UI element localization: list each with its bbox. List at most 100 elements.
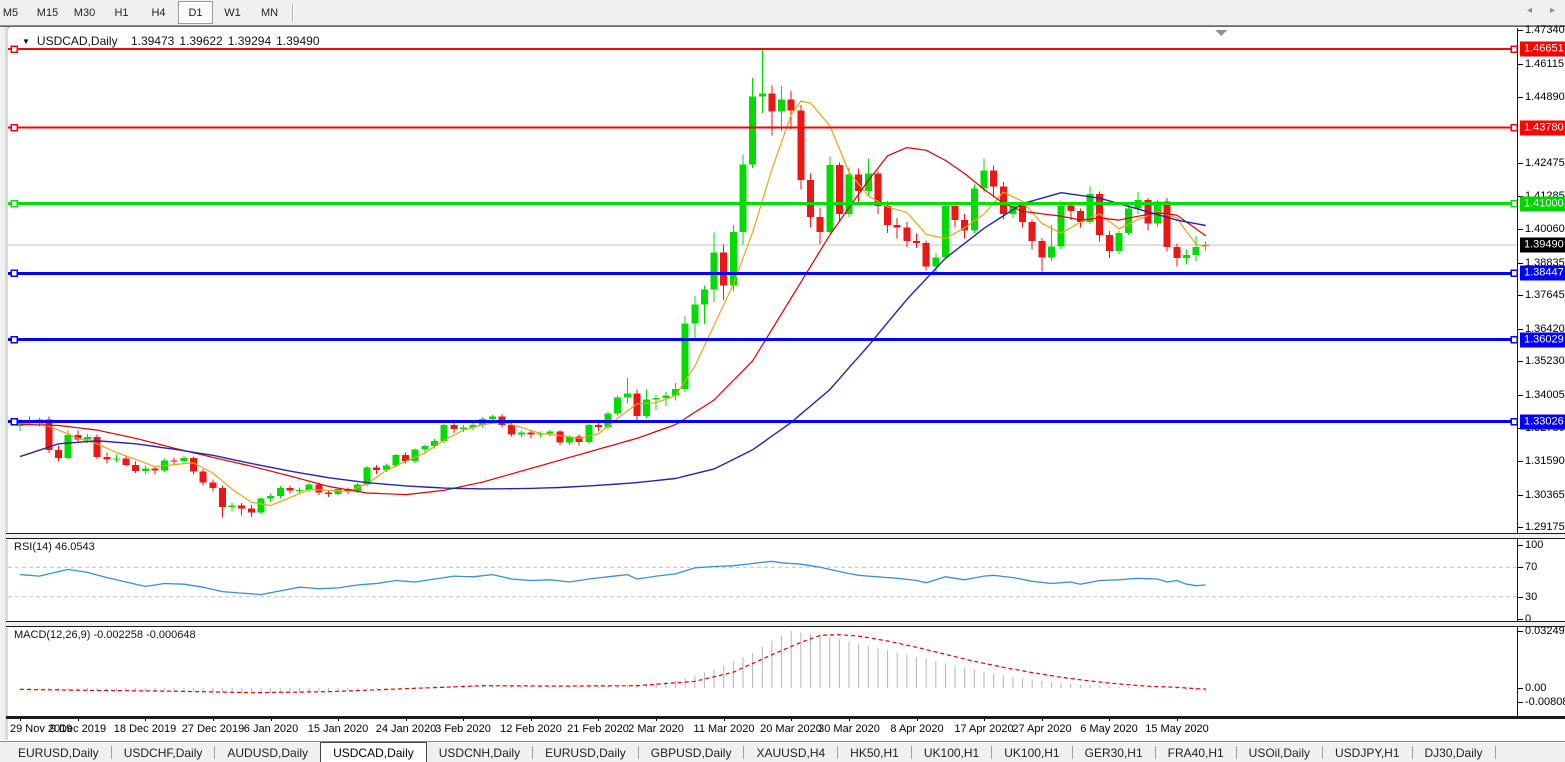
rsi-label: RSI(14) 46.0543 bbox=[14, 541, 95, 553]
rsi-axis-tick-mark bbox=[1518, 567, 1523, 568]
date-axis-label: 8 Apr 2020 bbox=[890, 723, 943, 735]
price-axis-tick-mark bbox=[1518, 30, 1523, 31]
chart-tab-fra40-12[interactable]: FRA40,H1 bbox=[1156, 743, 1236, 762]
macd-axis-tick-mark bbox=[1518, 631, 1523, 632]
timeframe-button-m5[interactable]: M5 bbox=[0, 1, 28, 24]
date-axis-label: 21 Feb 2020 bbox=[567, 723, 629, 735]
price-axis-tick-mark bbox=[1518, 461, 1523, 462]
price-axis-tick-mark bbox=[1518, 361, 1523, 362]
tab-scroll-left-icon[interactable]: ◂ bbox=[1527, 5, 1532, 16]
timeframe-button-mn[interactable]: MN bbox=[252, 1, 287, 24]
price-axis-tick-mark bbox=[1518, 395, 1523, 396]
chart-tab-uk100-9[interactable]: UK100,H1 bbox=[912, 743, 991, 762]
date-axis-label: 11 Mar 2020 bbox=[694, 723, 755, 735]
pane-separator bbox=[6, 716, 1565, 719]
price-axis-tick-label: 1.47340 bbox=[1525, 24, 1565, 36]
chart-tab-usdchf-1[interactable]: USDCHF,Daily bbox=[112, 743, 215, 762]
rsi-axis-tick-label: 30 bbox=[1525, 591, 1537, 603]
chart-tab-xauusd-7[interactable]: XAUUSD,H4 bbox=[744, 743, 837, 762]
price-badge[interactable]: 1.38447 bbox=[1520, 266, 1565, 281]
tab-divider bbox=[1495, 746, 1496, 759]
rsi-axis-tick-label: 70 bbox=[1525, 561, 1537, 573]
tab-scroll-arrows: ◂ ▸ bbox=[1527, 0, 1555, 21]
trading-platform-window: M5M15M30H1H4D1W1MN ▼ USDCAD,Daily 1.39473… bbox=[0, 0, 1565, 762]
price-axis-tick-mark bbox=[1518, 64, 1523, 65]
line-handle[interactable] bbox=[11, 270, 17, 276]
date-axis-label: 12 Feb 2020 bbox=[500, 723, 562, 735]
price-axis-tick-mark bbox=[1518, 97, 1523, 98]
price-axis-tick-label: 1.31590 bbox=[1525, 455, 1565, 467]
date-axis-label: 2 Mar 2020 bbox=[628, 723, 684, 735]
price-axis-tick-mark bbox=[1518, 295, 1523, 296]
price-axis-tick-mark bbox=[1518, 495, 1523, 496]
chart-tab-uk100-10[interactable]: UK100,H1 bbox=[992, 743, 1071, 762]
rsi-axis-tick-mark bbox=[1518, 619, 1523, 620]
date-axis-label: 27 Apr 2020 bbox=[1012, 723, 1071, 735]
price-badge[interactable]: 1.33026 bbox=[1520, 415, 1565, 430]
date-axis-label: 17 Apr 2020 bbox=[954, 723, 1013, 735]
date-axis[interactable]: 29 Nov 20199 Dec 201918 Dec 201927 Dec 2… bbox=[8, 718, 1517, 740]
chart-tab-usoil-13[interactable]: USOil,Daily bbox=[1237, 743, 1322, 762]
price-axis-tick-label: 1.34005 bbox=[1525, 389, 1565, 401]
chart-dropdown-icon[interactable]: ▼ bbox=[22, 37, 30, 46]
macd-signal-line bbox=[20, 635, 1206, 693]
chart-shift-marker-icon[interactable] bbox=[1215, 30, 1227, 36]
macd-histogram bbox=[20, 631, 1206, 693]
ohlc-high: 1.39622 bbox=[179, 34, 222, 48]
timeframe-button-d1[interactable]: D1 bbox=[178, 1, 213, 24]
price-badge[interactable]: 1.36029 bbox=[1520, 333, 1565, 348]
tab-scroll-right-icon[interactable]: ▸ bbox=[1550, 5, 1555, 16]
main-chart-pane[interactable]: ▼USDCAD,Daily 1.394731.396221.392941.394… bbox=[8, 28, 1517, 533]
price-axis-tick-label: 1.42475 bbox=[1525, 157, 1565, 169]
macd-axis-tick-label: 0.00 bbox=[1525, 682, 1546, 694]
chart-tab-eurusd-5[interactable]: EURUSD,Daily bbox=[533, 743, 638, 762]
window-top-border bbox=[0, 25, 1565, 27]
line-handle[interactable] bbox=[11, 419, 17, 425]
line-handle[interactable] bbox=[11, 337, 17, 343]
timeframe-button-h1[interactable]: H1 bbox=[104, 1, 139, 24]
line-handle[interactable] bbox=[11, 201, 17, 207]
chart-tab-bar: EURUSD,DailyUSDCHF,DailyAUDUSD,DailyUSDC… bbox=[0, 741, 1565, 762]
price-axis-tick-label: 1.29175 bbox=[1525, 521, 1565, 533]
pane-separator[interactable] bbox=[6, 621, 1565, 627]
ohlc-low: 1.39294 bbox=[228, 34, 271, 48]
chart-tab-usdjpy-14[interactable]: USDJPY,H1 bbox=[1323, 743, 1411, 762]
chart-tab-eurusd-0[interactable]: EURUSD,Daily bbox=[6, 743, 111, 762]
price-axis[interactable]: 1.473401.461151.448901.424751.412851.400… bbox=[1517, 28, 1565, 716]
rsi-line bbox=[20, 561, 1206, 594]
ma-mid-line bbox=[20, 148, 1206, 495]
date-axis-label: 6 May 2020 bbox=[1080, 723, 1137, 735]
toolbar-separator bbox=[292, 4, 293, 22]
line-handle[interactable] bbox=[11, 125, 17, 131]
rsi-indicator-pane[interactable]: RSI(14) 46.0543 bbox=[8, 537, 1517, 622]
rsi-axis-tick-label: 100 bbox=[1525, 539, 1543, 551]
price-badge: 1.39490 bbox=[1520, 238, 1565, 253]
price-axis-tick-mark bbox=[1518, 229, 1523, 230]
timeframe-button-m30[interactable]: M30 bbox=[67, 1, 102, 24]
timeframe-button-m15[interactable]: M15 bbox=[30, 1, 65, 24]
price-badge[interactable]: 1.43780 bbox=[1520, 121, 1565, 136]
date-axis-label: 18 Dec 2019 bbox=[114, 723, 176, 735]
date-axis-label: 9 Dec 2019 bbox=[50, 723, 106, 735]
macd-axis-tick-label: -0.008086 bbox=[1525, 696, 1565, 708]
chart-tab-ger30-11[interactable]: GER30,H1 bbox=[1073, 743, 1155, 762]
date-axis-label: 15 Jan 2020 bbox=[308, 723, 369, 735]
chart-tab-gbpusd-6[interactable]: GBPUSD,Daily bbox=[639, 743, 744, 762]
macd-indicator-pane[interactable]: MACD(12,26,9) -0.002258 -0.000648 bbox=[8, 625, 1517, 716]
chart-tab-hk50-8[interactable]: HK50,H1 bbox=[838, 743, 911, 762]
chart-tab-usdcad-3[interactable]: USDCAD,Daily bbox=[320, 742, 427, 762]
timeframe-button-h4[interactable]: H4 bbox=[141, 1, 176, 24]
price-axis-tick-mark bbox=[1518, 527, 1523, 528]
price-badge[interactable]: 1.41000 bbox=[1520, 197, 1565, 212]
price-badge[interactable]: 1.46651 bbox=[1520, 42, 1565, 57]
date-axis-label: 30 Mar 2020 bbox=[818, 723, 880, 735]
line-handle[interactable] bbox=[11, 46, 17, 52]
macd-axis-tick-mark bbox=[1518, 702, 1523, 703]
pane-separator[interactable] bbox=[6, 533, 1565, 539]
ohlc-open: 1.39473 bbox=[131, 34, 174, 48]
chart-tab-dj30-15[interactable]: DJ30,Daily bbox=[1413, 743, 1495, 762]
chart-tab-audusd-2[interactable]: AUDUSD,Daily bbox=[215, 743, 320, 762]
chart-symbol-label: USDCAD,Daily bbox=[37, 34, 118, 48]
timeframe-button-w1[interactable]: W1 bbox=[215, 1, 250, 24]
chart-tab-usdcnh-4[interactable]: USDCNH,Daily bbox=[427, 743, 532, 762]
